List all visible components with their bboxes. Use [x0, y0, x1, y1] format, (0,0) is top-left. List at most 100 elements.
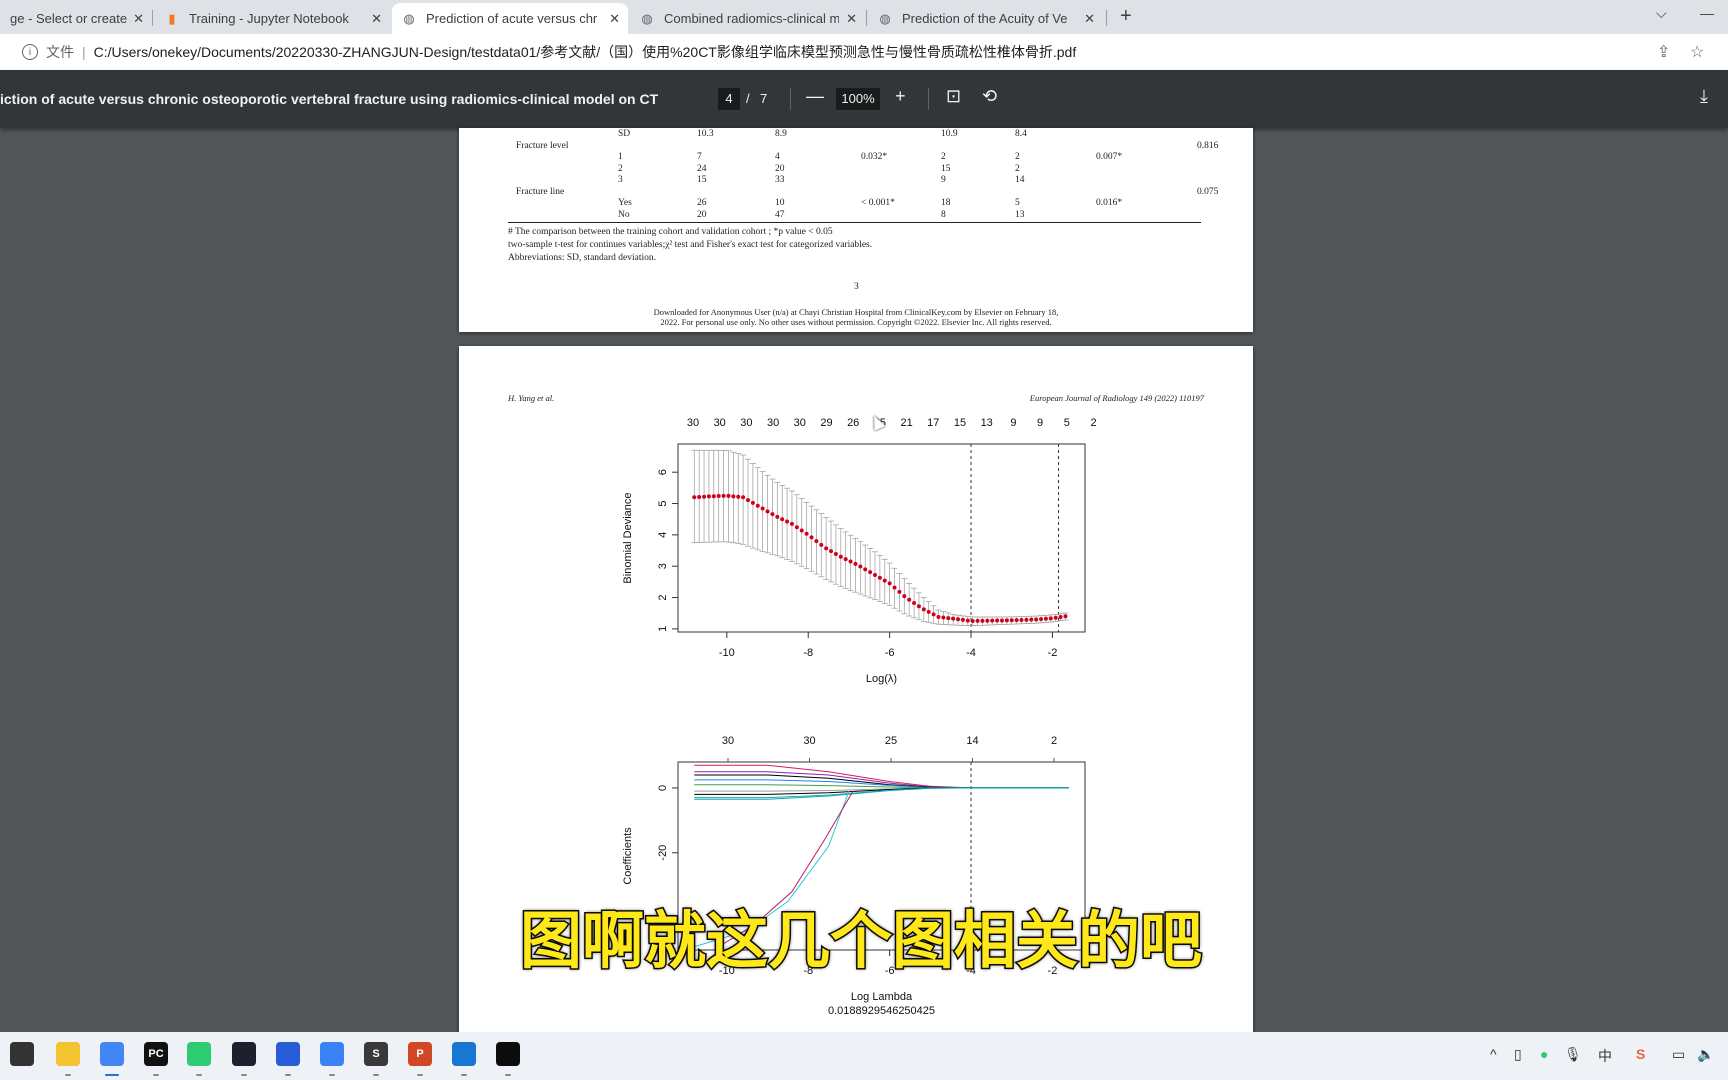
deviance-point [892, 585, 897, 590]
top-axis-label: 5 [1064, 417, 1070, 429]
network-icon[interactable]: ▭ [1672, 1046, 1685, 1063]
running-indicator [461, 1074, 467, 1076]
deviance-point [897, 589, 902, 594]
x-tick-label: -8 [803, 647, 813, 659]
deviance-point [980, 618, 985, 623]
task-view-icon[interactable] [10, 1042, 34, 1066]
running-indicator [505, 1074, 511, 1076]
deviance-point [711, 494, 716, 499]
y-tick-label: 2 [657, 594, 669, 600]
wechat-tray-icon[interactable]: ● [1540, 1046, 1548, 1062]
deviance-point [716, 494, 721, 499]
y-tick-label: 3 [657, 563, 669, 569]
deviance-point [887, 581, 892, 586]
remote-desktop-icon[interactable] [276, 1042, 300, 1066]
top-axis-label: 30 [794, 417, 806, 429]
deviance-point [741, 495, 746, 500]
deviance-point [1063, 614, 1068, 619]
top-axis-label: 9 [1010, 417, 1016, 429]
running-indicator [241, 1074, 247, 1076]
deviance-point [765, 509, 770, 514]
deviance-point [848, 559, 853, 564]
top-axis-label: 21 [900, 417, 912, 429]
top-axis-label: 30 [722, 735, 734, 747]
pycharm-icon[interactable]: PC [144, 1042, 168, 1066]
deviance-point [853, 561, 858, 566]
top-axis-label: 14 [966, 735, 978, 747]
wechat-icon[interactable] [187, 1042, 211, 1066]
running-indicator [285, 1074, 291, 1076]
top-axis-label: 30 [687, 417, 699, 429]
deviance-point [872, 572, 877, 577]
sogou-input-icon[interactable]: S [1636, 1046, 1645, 1062]
mic-icon[interactable]: 🎙 [1564, 1046, 1582, 1063]
x-axis-label: Log Lambda [851, 991, 913, 1003]
coef-path-coef-3 [694, 774, 1069, 789]
deviance-point [941, 615, 946, 620]
deviance-point [1053, 615, 1058, 620]
deviance-point [916, 604, 921, 609]
sublime-icon[interactable]: S [364, 1042, 388, 1066]
deviance-point [882, 578, 887, 583]
deviance-point [785, 519, 790, 524]
plot-frame [677, 443, 1086, 633]
deviance-point [731, 494, 736, 499]
top-axis-label: 30 [714, 417, 726, 429]
powerpoint-icon[interactable]: P [408, 1042, 432, 1066]
tray-overflow-chevron-icon[interactable]: ^ [1490, 1046, 1497, 1062]
y-tick-label: 4 [657, 532, 669, 538]
taskbar: PC S P ^ ▯ 🎙 中 S ▭ 🔈 ● [0, 1032, 1728, 1080]
file-explorer-icon[interactable] [56, 1042, 80, 1066]
top-axis-label: 13 [981, 417, 993, 429]
x-tick-label: -2 [1048, 647, 1058, 659]
deviance-point [863, 567, 868, 572]
running-indicator [105, 1074, 119, 1076]
top-axis-label: 17 [927, 417, 939, 429]
deviance-point [736, 494, 741, 499]
deviance-point [1039, 617, 1044, 622]
meeting-app-icon[interactable] [452, 1042, 476, 1066]
deviance-point [706, 494, 711, 499]
running-indicator [65, 1074, 71, 1076]
deviance-point [907, 597, 912, 602]
top-axis-label: 2 [1090, 417, 1096, 429]
chart-caption: 0.0188929546250425 [828, 1005, 935, 1017]
chrome-icon[interactable] [100, 1042, 124, 1066]
deviance-point [956, 617, 961, 622]
deviance-point [838, 554, 843, 559]
deviance-point [1019, 618, 1024, 623]
feishu-icon[interactable] [320, 1042, 344, 1066]
deviance-point [1014, 618, 1019, 623]
deviance-point [926, 609, 931, 614]
deviance-point [960, 617, 965, 622]
deviance-point [946, 616, 951, 621]
y-tick-label: 1 [657, 626, 669, 632]
terminal-icon[interactable] [496, 1042, 520, 1066]
top-axis-label: 25 [885, 735, 897, 747]
y-tick-label: 6 [657, 469, 669, 475]
deviance-point [789, 521, 794, 526]
volume-icon[interactable]: 🔈 [1697, 1046, 1714, 1063]
deviance-point [726, 493, 731, 498]
deviance-point [697, 494, 702, 499]
top-axis-label: 15 [954, 417, 966, 429]
running-indicator [196, 1074, 202, 1076]
deviance-point [775, 514, 780, 519]
deviance-point [1009, 618, 1014, 623]
camera-app-icon[interactable] [232, 1042, 256, 1066]
y-tick-label: 0 [657, 785, 669, 791]
deviance-point [1024, 617, 1029, 622]
ime-chinese-icon[interactable]: 中 [1598, 1046, 1612, 1066]
deviance-point [868, 570, 873, 575]
top-axis-label: 30 [767, 417, 779, 429]
deviance-point [985, 618, 990, 623]
deviance-point [1048, 616, 1053, 621]
video-subtitle: 图啊就这几个图相关的吧 [518, 903, 1203, 979]
deviance-point [829, 549, 834, 554]
usb-icon[interactable]: ▯ [1514, 1046, 1522, 1063]
y-tick-label: 5 [657, 500, 669, 506]
deviance-point [975, 618, 980, 623]
running-indicator [417, 1074, 423, 1076]
deviance-point [1004, 618, 1009, 623]
y-axis-label: Coefficients [622, 827, 634, 885]
